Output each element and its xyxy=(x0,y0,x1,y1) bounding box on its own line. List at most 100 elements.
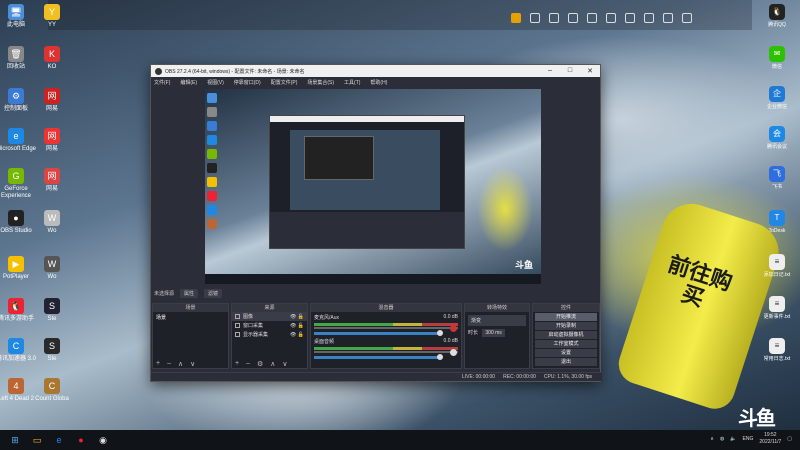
desktop-icon[interactable]: Y YY xyxy=(30,4,74,29)
up-icon[interactable]: ∧ xyxy=(178,360,183,368)
properties-button[interactable]: 属性 xyxy=(180,288,199,298)
visibility-icon[interactable]: 👁 🔓 xyxy=(290,332,304,338)
menu-item[interactable]: 帮助(H) xyxy=(370,79,387,86)
menu-item[interactable]: 配置文件(P) xyxy=(271,79,298,86)
tray-arrow-icon[interactable]: ∧ xyxy=(710,436,714,442)
volume-slider[interactable] xyxy=(314,354,443,360)
language-indicator[interactable]: ENG xyxy=(743,436,754,442)
close-icon[interactable]: ✕ xyxy=(580,67,600,75)
desktop-icon[interactable]: ≡ 更新事件.txt xyxy=(762,296,792,320)
user-icon[interactable] xyxy=(587,13,597,23)
desktop-icon[interactable]: 会腾讯会议 xyxy=(762,126,792,150)
control-button[interactable]: 退出 xyxy=(535,358,597,366)
add-icon[interactable]: + xyxy=(156,360,160,367)
obs-preview[interactable]: 斗鱼 xyxy=(205,89,541,284)
maximize-icon[interactable]: □ xyxy=(560,67,580,75)
sources-header: 来源 xyxy=(232,304,307,312)
app-icon: 会 xyxy=(769,126,785,142)
menu-item[interactable]: 文件(F) xyxy=(154,79,170,86)
app-icon: W xyxy=(44,256,60,272)
desktop-icon[interactable]: 网网易 xyxy=(30,168,74,193)
down-icon[interactable]: ∨ xyxy=(190,360,195,368)
app-icon: W xyxy=(44,210,60,226)
desktop-icon[interactable]: 企企业微信 xyxy=(762,86,792,110)
speaker-icon[interactable] xyxy=(450,349,457,356)
menu-item[interactable]: 场景集合(S) xyxy=(307,79,334,86)
app-icon: 🐧 xyxy=(8,298,24,314)
control-button[interactable]: 工作室模式 xyxy=(535,340,597,348)
desktop-icon[interactable]: S Ste xyxy=(30,298,74,323)
desktop-icon[interactable]: ✉ 微信 xyxy=(762,46,792,70)
visibility-icon[interactable]: 👁 🔓 xyxy=(290,323,304,329)
desktop-icon[interactable]: 飞飞书 xyxy=(762,166,792,190)
visibility-icon[interactable]: 👁 🔓 xyxy=(290,314,304,320)
channel-name: 桌面音频 xyxy=(314,339,335,345)
source-type-icon xyxy=(235,314,240,319)
control-button[interactable]: 设置 xyxy=(535,349,597,357)
window-icon[interactable] xyxy=(606,13,616,23)
volume-icon[interactable]: 🔈 xyxy=(730,436,736,442)
source-item[interactable]: 图像 👁 🔓 xyxy=(232,312,307,321)
expand-icon[interactable] xyxy=(568,13,578,23)
down-icon[interactable]: ∨ xyxy=(282,360,287,368)
up-icon[interactable]: ∧ xyxy=(270,360,275,368)
menu-item[interactable]: 编辑(E) xyxy=(180,79,197,86)
duration-input[interactable]: 300 ms xyxy=(482,329,505,337)
obs-window[interactable]: OBS 27.2.4 (64-bit, windows) - 配置文件: 未命名… xyxy=(150,64,602,382)
desktop-icon[interactable]: ≡ 常用日志.txt xyxy=(762,338,792,362)
desktop-icon-label: YY xyxy=(47,22,56,28)
menu-item[interactable]: 工具(T) xyxy=(344,79,360,86)
source-item[interactable]: 窗口采集 👁 🔓 xyxy=(232,321,307,330)
app-icon: 网 xyxy=(44,168,60,184)
remove-icon[interactable]: – xyxy=(246,360,250,367)
desktop-icon[interactable]: W Wo xyxy=(30,210,74,235)
obs-titlebar[interactable]: OBS 27.2.4 (64-bit, windows) - 配置文件: 未命名… xyxy=(151,65,600,77)
add-icon[interactable]: + xyxy=(235,360,239,367)
notification-icon[interactable]: ▢ xyxy=(787,436,792,442)
app-icon: T xyxy=(769,210,785,226)
clock[interactable]: 19:52 2022/11/7 xyxy=(759,432,781,446)
desktop-icon[interactable]: S Ste xyxy=(30,338,74,363)
control-button[interactable]: 开始推流 xyxy=(535,313,597,321)
desktop-icon[interactable]: 🐧 腾讯QQ xyxy=(762,4,792,28)
remove-icon[interactable]: – xyxy=(167,360,171,367)
desktop-icon[interactable]: W Wo xyxy=(30,256,74,281)
close-icon[interactable] xyxy=(682,13,692,23)
app-icon: S xyxy=(44,338,60,354)
level-meter xyxy=(314,347,458,350)
transition-select[interactable]: 渐变 xyxy=(468,315,526,326)
app-icon: Y xyxy=(44,4,60,20)
desktop-icon[interactable]: C Count Globa xyxy=(30,378,74,403)
minimize-icon[interactable]: – xyxy=(540,67,560,75)
filters-button[interactable]: 滤镜 xyxy=(204,288,223,298)
desktop-icon[interactable]: ≡ 添加日记.txt xyxy=(762,254,792,278)
desktop-icon-label: 网易 xyxy=(45,106,58,112)
gear-icon[interactable]: ⚙ xyxy=(257,360,263,368)
menu-icon[interactable] xyxy=(625,13,635,23)
windows-start-icon[interactable]: ⊞ xyxy=(8,434,22,446)
desktop-icon[interactable]: T ToDesk xyxy=(762,210,792,234)
network-icon[interactable]: ◍ xyxy=(720,436,724,442)
desktop-icon[interactable]: K KO xyxy=(30,46,74,71)
file-explorer-icon[interactable]: ▭ xyxy=(30,434,44,446)
settings-icon[interactable] xyxy=(511,13,521,23)
gift-icon[interactable] xyxy=(549,13,559,23)
edge-icon[interactable]: e xyxy=(52,434,66,446)
info-icon[interactable] xyxy=(530,13,540,23)
menu-item[interactable]: 停靠窗口(D) xyxy=(234,79,261,86)
desktop-icon[interactable]: 网网易 xyxy=(30,88,74,113)
source-item[interactable]: 显示器采集 👁 🔓 xyxy=(232,330,307,339)
desktop-icon-label: 添加日记.txt xyxy=(763,272,791,278)
control-button[interactable]: 开始录制 xyxy=(535,322,597,330)
obs-taskbar-icon[interactable]: ◉ xyxy=(96,434,110,446)
control-button[interactable]: 启动虚拟摄像机 xyxy=(535,331,597,339)
desktop-icon[interactable]: 网网易 xyxy=(30,128,74,153)
minimize-icon[interactable] xyxy=(644,13,654,23)
menu-item[interactable]: 视图(V) xyxy=(207,79,224,86)
app-icon[interactable]: ● xyxy=(74,434,88,446)
maximize-icon[interactable] xyxy=(663,13,673,23)
volume-slider[interactable] xyxy=(314,330,443,336)
scene-item[interactable]: 场景 xyxy=(153,312,228,323)
mute-icon[interactable] xyxy=(450,325,457,332)
app-icon: 企 xyxy=(769,86,785,102)
